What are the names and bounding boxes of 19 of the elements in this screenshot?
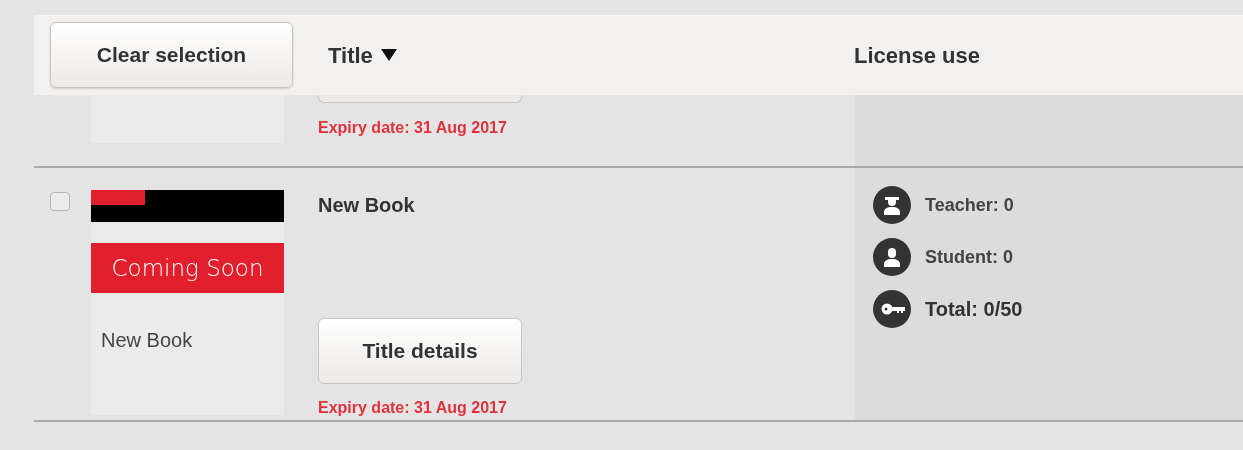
key-icon <box>873 290 911 328</box>
title-details-button[interactable] <box>318 95 522 103</box>
expiry-date: Expiry date: 31 Aug 2017 <box>318 118 507 138</box>
license-count: Total: 0/50 <box>925 297 1023 322</box>
book-title: New Book <box>318 193 415 218</box>
license-count: Teacher: 0 <box>925 193 1014 217</box>
cover-title: New Book <box>101 328 193 353</box>
column-header[interactable]: License use <box>854 38 980 72</box>
license-count: Student: 0 <box>925 245 1013 269</box>
row-checkbox[interactable] <box>50 192 70 211</box>
expiry-date: Expiry date: 31 Aug 2017 <box>318 398 507 418</box>
teacher-icon <box>873 186 911 224</box>
clear-selection-button[interactable]: Clear selection <box>50 22 293 88</box>
cover-banner: Coming Soon <box>91 243 284 293</box>
cover-label <box>91 190 145 205</box>
sort-caret-icon <box>380 49 397 61</box>
student-icon <box>873 238 911 276</box>
title-details-button[interactable]: Title details <box>318 318 522 384</box>
column-header[interactable]: Title <box>328 38 373 72</box>
